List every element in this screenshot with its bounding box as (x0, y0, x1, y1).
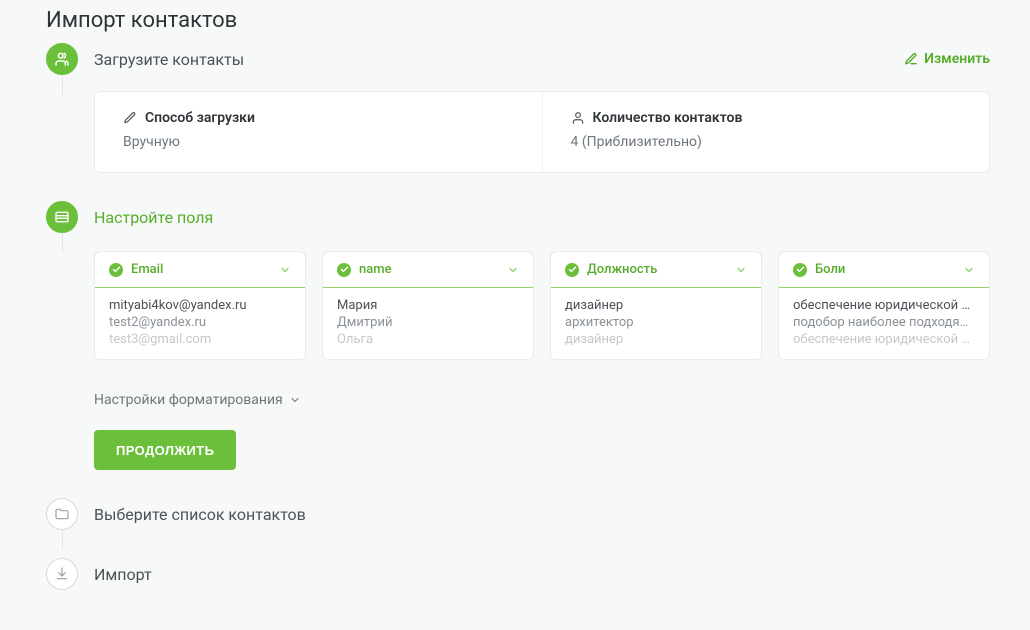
pencil-icon (904, 52, 918, 66)
field-column: name Мария Дмитрий Ольга (322, 251, 534, 360)
check-icon (109, 263, 123, 277)
sample-row: mityabi4kov@yandex.ru (109, 298, 291, 313)
field-preview: дизайнер архитектор дизайнер (551, 288, 761, 359)
check-icon (793, 263, 807, 277)
chevron-down-icon (963, 264, 975, 276)
download-icon (54, 566, 70, 582)
field-select[interactable]: Email (94, 251, 306, 288)
step-select-list-indicator (46, 498, 78, 530)
field-column: Должность дизайнер архитектор дизайнер (550, 251, 762, 360)
summary-label: Способ загрузки (145, 110, 255, 126)
field-select[interactable]: name (322, 251, 534, 288)
chevron-down-icon (279, 264, 291, 276)
field-select[interactable]: Боли (778, 251, 990, 288)
field-mapping-row: Email mityabi4kov@yandex.ru test2@yandex… (94, 251, 990, 360)
step-select-list-title: Выберите список контактов (94, 505, 306, 524)
page-title: Импорт контактов (46, 8, 990, 33)
users-icon (54, 51, 70, 67)
field-name: name (359, 262, 392, 277)
formatting-settings-toggle[interactable]: Настройки форматирования (94, 392, 301, 408)
field-name: Боли (815, 262, 845, 277)
field-column: Email mityabi4kov@yandex.ru test2@yandex… (94, 251, 306, 360)
field-preview: Мария Дмитрий Ольга (323, 288, 533, 359)
step-upload-indicator (46, 43, 78, 75)
summary-value: Вручную (123, 134, 514, 150)
check-icon (337, 263, 351, 277)
step-import-title: Импорт (94, 565, 152, 584)
chevron-down-icon (289, 394, 301, 406)
step-upload: Загрузите контакты Изменить Способ загру… (40, 43, 990, 201)
field-name: Должность (587, 262, 657, 277)
folder-icon (54, 506, 70, 522)
field-column: Боли обеспечение юридической бе… подобор… (778, 251, 990, 360)
pencil-icon (123, 111, 137, 125)
check-icon (565, 263, 579, 277)
field-preview: обеспечение юридической бе… подобор наиб… (779, 288, 989, 359)
edit-step-upload[interactable]: Изменить (904, 51, 990, 67)
upload-summary-card: Способ загрузки Вручную Количество конта… (94, 91, 990, 173)
summary-label: Количество контактов (593, 110, 743, 126)
edit-label: Изменить (924, 51, 990, 67)
sample-row: подобор наиболее подходящ… (793, 315, 975, 330)
chevron-down-icon (507, 264, 519, 276)
user-icon (571, 111, 585, 125)
summary-contact-count: Количество контактов 4 (Приблизительно) (542, 92, 990, 172)
sample-row: Мария (337, 298, 519, 313)
field-name: Email (131, 262, 163, 277)
step-configure-indicator (46, 201, 78, 233)
step-configure-title: Настройте поля (94, 208, 213, 227)
step-upload-title: Загрузите контакты (94, 50, 244, 69)
sample-row: test3@gmail.com (109, 332, 291, 347)
summary-upload-method: Способ загрузки Вручную (95, 92, 542, 172)
sample-row: дизайнер (565, 332, 747, 347)
chevron-down-icon (735, 264, 747, 276)
sample-row: обеспечение юридической бе… (793, 332, 975, 347)
sample-row: Ольга (337, 332, 519, 347)
sample-row: архитектор (565, 315, 747, 330)
formatting-label: Настройки форматирования (94, 392, 283, 408)
step-select-list: Выберите список контактов (40, 498, 990, 558)
sample-row: дизайнер (565, 298, 747, 313)
step-import: Импорт (40, 558, 990, 590)
sample-row: Дмитрий (337, 315, 519, 330)
field-select[interactable]: Должность (550, 251, 762, 288)
continue-button[interactable]: ПРОДОЛЖИТЬ (94, 430, 236, 470)
step-import-indicator (46, 558, 78, 590)
step-configure: Настройте поля Email (40, 201, 990, 498)
summary-value: 4 (Приблизительно) (571, 134, 962, 150)
sample-row: обеспечение юридической бе… (793, 298, 975, 313)
table-icon (54, 209, 70, 225)
sample-row: test2@yandex.ru (109, 315, 291, 330)
field-preview: mityabi4kov@yandex.ru test2@yandex.ru te… (95, 288, 305, 359)
